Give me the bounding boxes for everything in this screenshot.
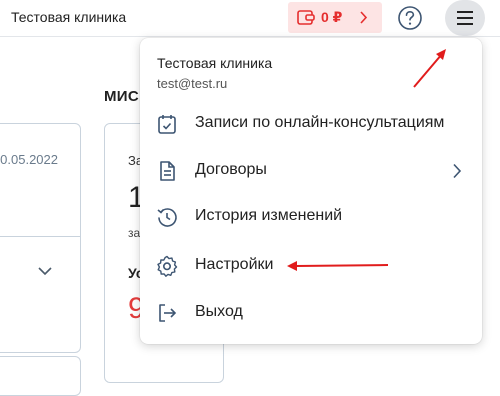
help-icon[interactable] — [397, 5, 423, 31]
gear-icon — [157, 255, 178, 277]
menu-item-label: Договоры — [195, 161, 267, 178]
menu-item-label: Записи по онлайн-консультациям — [195, 114, 445, 131]
menu-item-label: Выход — [195, 303, 243, 320]
stats-card-subcaption: за — [128, 226, 141, 240]
menu-item-online-consultations[interactable]: Записи по онлайн-консультациям — [140, 102, 482, 146]
document-icon — [160, 161, 175, 181]
menu-item-label: История изменений — [195, 207, 343, 224]
menu-button[interactable] — [445, 0, 485, 36]
menu-item-contracts[interactable]: Договоры — [140, 149, 482, 193]
wallet-icon — [297, 10, 315, 25]
left-card-lower — [0, 356, 81, 396]
menu-item-label: Настройки — [195, 256, 274, 273]
calendar-check-icon — [158, 115, 176, 134]
balance-amount: 0 ₽ — [321, 9, 343, 25]
top-bar: Тестовая клиника 0 ₽ — [0, 0, 500, 37]
chevron-down-icon[interactable] — [38, 266, 52, 276]
section-heading: МИС — [104, 88, 140, 105]
card-divider — [0, 236, 80, 237]
account-dropdown: Тестовая клиника test@test.ru Записи по … — [140, 38, 482, 344]
dropdown-clinic-name: Тестовая клиника — [157, 55, 273, 71]
balance-button[interactable]: 0 ₽ — [288, 2, 382, 33]
history-icon — [157, 208, 177, 227]
left-card: 0.05.2022 — [0, 123, 81, 353]
hamburger-icon — [457, 11, 473, 25]
logout-icon — [159, 304, 177, 322]
menu-item-change-history[interactable]: История изменений — [140, 195, 482, 239]
dropdown-email: test@test.ru — [157, 76, 228, 91]
card-date: 0.05.2022 — [0, 152, 58, 167]
clinic-title: Тестовая клиника — [11, 9, 127, 25]
chevron-right-icon — [360, 11, 368, 24]
menu-item-logout[interactable]: Выход — [140, 291, 482, 335]
menu-item-settings[interactable]: Настройки — [140, 244, 482, 288]
chevron-right-icon — [453, 163, 462, 179]
